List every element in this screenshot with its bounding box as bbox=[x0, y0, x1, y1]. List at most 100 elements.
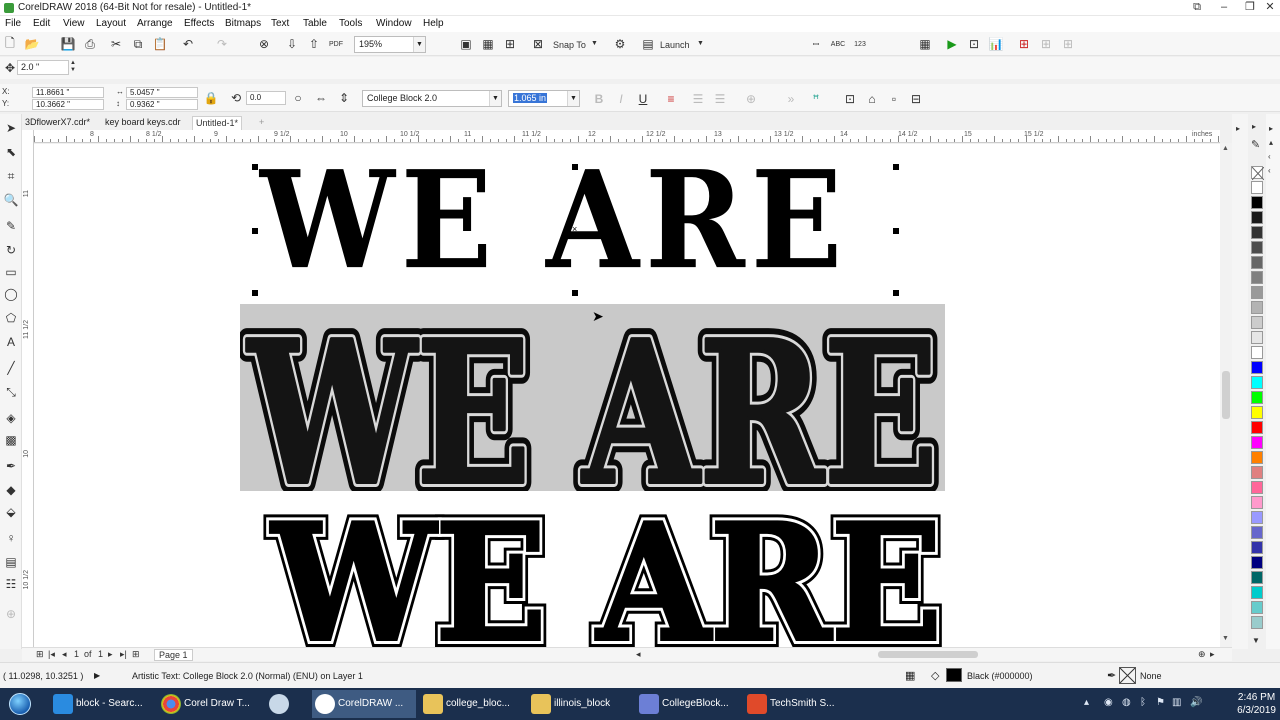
selection-handle[interactable] bbox=[252, 290, 258, 296]
parallel-dimension-icon[interactable]: ╱ bbox=[3, 360, 19, 376]
connector-tool-icon[interactable]: ⤡ bbox=[3, 384, 19, 400]
transparency-tool-icon[interactable]: ▩ bbox=[3, 432, 19, 448]
full-screen-icon[interactable]: ▣ bbox=[458, 36, 474, 52]
scroll-up-icon[interactable]: ▲ bbox=[1222, 145, 1229, 152]
color-swatch[interactable] bbox=[1251, 346, 1263, 359]
color-swatch[interactable] bbox=[1251, 226, 1263, 239]
publish-pdf-icon[interactable]: PDF bbox=[328, 36, 344, 52]
vertical-ruler[interactable]: 11 11 1/2 10 10 1/2 bbox=[22, 130, 34, 648]
text-effects-icon[interactable]: ⌂ bbox=[864, 91, 880, 107]
font-size-combo[interactable]: 1.065 in ▼ bbox=[508, 90, 580, 107]
menu-layout[interactable]: Layout bbox=[96, 18, 126, 29]
selection-handle[interactable] bbox=[893, 164, 899, 170]
outlined-artistic-text[interactable]: WE ARE WE ARE WE ARE bbox=[262, 481, 952, 647]
reference-bitmap[interactable]: WE ARE WE ARE WE ARE bbox=[240, 304, 945, 491]
chart-icon[interactable]: 📊 bbox=[988, 36, 1004, 52]
menu-edit[interactable]: Edit bbox=[33, 18, 50, 29]
color-swatch[interactable] bbox=[1251, 331, 1263, 344]
snap-icon[interactable]: ⊠ bbox=[530, 36, 546, 52]
new-tab-plus-icon[interactable]: + bbox=[256, 116, 267, 130]
taskbar-item-folder-college[interactable]: college_bloc... bbox=[420, 690, 524, 718]
nudge-spinner-icon[interactable]: ▲ ▼ bbox=[70, 60, 76, 74]
show-guidelines-icon[interactable]: ⊞ bbox=[502, 36, 518, 52]
numbers-123-icon[interactable]: 123 bbox=[852, 36, 868, 52]
scroll-thumb[interactable] bbox=[1222, 371, 1230, 419]
scroll-left-icon[interactable]: ◂ bbox=[636, 649, 641, 660]
tab-3dflower[interactable]: 3DflowerX7.cdr* bbox=[22, 116, 93, 130]
color-swatch[interactable] bbox=[1251, 361, 1263, 374]
underline-icon[interactable]: U bbox=[635, 91, 651, 107]
cut-icon[interactable]: ✂ bbox=[108, 36, 124, 52]
taskbar-item-coreldraw[interactable]: CorelDRAW ... bbox=[312, 690, 416, 718]
snap-to-dropdown[interactable]: Snap To bbox=[553, 40, 586, 50]
tray-expand-icon[interactable]: ▴ bbox=[1084, 697, 1089, 708]
save-icon[interactable]: 💾 bbox=[60, 36, 76, 52]
expand-dockers-icon[interactable]: ▸ bbox=[1236, 124, 1240, 133]
mirror-vertical-icon[interactable]: ⇕ bbox=[336, 90, 352, 106]
vertical-scrollbar[interactable]: ▲ ▼ bbox=[1220, 143, 1232, 647]
add-tool-icon[interactable]: ⊕ bbox=[3, 606, 19, 622]
font-list-combo[interactable]: College Block 2.0 ▼ bbox=[362, 90, 502, 107]
color-swatch[interactable] bbox=[1251, 526, 1263, 539]
options-gear-icon[interactable]: ⚙ bbox=[612, 36, 628, 52]
start-button[interactable] bbox=[4, 691, 36, 717]
y-position-input[interactable]: 10.3662 " bbox=[32, 99, 104, 110]
text-tool-icon[interactable]: A bbox=[3, 334, 19, 350]
color-swatch[interactable] bbox=[1251, 376, 1263, 389]
paste-icon[interactable]: 📋 bbox=[152, 36, 168, 52]
color-swatch[interactable] bbox=[1251, 466, 1263, 479]
chevron-right-icon[interactable]: » bbox=[783, 91, 799, 107]
color-swatch[interactable] bbox=[1251, 271, 1263, 284]
rotation-center-marker[interactable]: × bbox=[572, 224, 577, 234]
italic-icon[interactable]: I bbox=[613, 91, 629, 107]
menu-effects[interactable]: Effects bbox=[184, 18, 214, 29]
tab-untitled-1[interactable]: Untitled-1* bbox=[192, 116, 243, 130]
color-swatch[interactable] bbox=[1251, 571, 1263, 584]
effects-tool-icon[interactable]: ☷ bbox=[3, 576, 19, 592]
menu-text[interactable]: Text bbox=[271, 18, 289, 29]
redo-icon[interactable]: ↷ bbox=[214, 36, 230, 52]
zoom-tool-icon[interactable]: 🔍 bbox=[3, 192, 19, 208]
chevron-up-icon[interactable]: ▴ bbox=[1269, 138, 1273, 147]
color-swatch[interactable] bbox=[1251, 556, 1263, 569]
zoom-navigator-icon[interactable]: ⊕ bbox=[1198, 649, 1206, 660]
color-swatch[interactable] bbox=[1251, 616, 1263, 629]
import-icon[interactable]: ⇩ bbox=[284, 36, 300, 52]
export-icon[interactable]: ⇧ bbox=[306, 36, 322, 52]
scroll-right-icon[interactable]: ▸ bbox=[1210, 649, 1215, 660]
taskbar-item-techsmith[interactable]: TechSmith S... bbox=[744, 690, 850, 718]
run-macro-play-icon[interactable]: ▶ bbox=[944, 36, 960, 52]
search-content-icon[interactable]: ⊗ bbox=[256, 36, 272, 52]
outline-pen-icon[interactable]: ♀ bbox=[3, 530, 19, 546]
taskbar-item-folder-illinois[interactable]: illinois_block bbox=[528, 690, 632, 718]
rotation-input[interactable]: 0.0 bbox=[246, 91, 286, 105]
tray-app-icon[interactable]: ◍ bbox=[1122, 697, 1131, 708]
crop-tool-icon[interactable]: ⌗ bbox=[3, 168, 19, 184]
bold-icon[interactable]: B bbox=[591, 91, 607, 107]
open-icon[interactable]: 📂 bbox=[24, 36, 40, 52]
record-macro-icon[interactable]: ⊞ bbox=[1016, 36, 1032, 52]
no-outline-swatch[interactable] bbox=[1119, 667, 1136, 684]
color-swatch[interactable] bbox=[1251, 301, 1263, 314]
color-swatch[interactable] bbox=[1251, 481, 1263, 494]
palette-scroll-down-icon[interactable]: ▼ bbox=[1252, 636, 1260, 645]
taskbar-item-chrome[interactable]: Corel Draw T... bbox=[158, 690, 264, 718]
mirror-horizontal-icon[interactable]: ⇔ bbox=[313, 90, 329, 106]
rectangle-tool-icon[interactable]: ▭ bbox=[3, 264, 19, 280]
next-page-button[interactable]: ▸ bbox=[108, 649, 113, 660]
fill-color-swatch[interactable] bbox=[946, 668, 962, 682]
print-icon[interactable]: ⎙ bbox=[82, 36, 98, 52]
no-color-swatch[interactable] bbox=[1251, 166, 1265, 181]
color-proof-icon[interactable]: ▦ bbox=[905, 669, 915, 682]
color-swatch[interactable] bbox=[1251, 541, 1263, 554]
outline-pen-icon[interactable]: ✒ bbox=[1107, 669, 1116, 682]
add-icon[interactable]: ⊕ bbox=[743, 91, 759, 107]
x-position-input[interactable]: 11.8661 " bbox=[32, 87, 104, 98]
help-restore-icon[interactable]: ⧉ bbox=[1183, 0, 1211, 15]
color-swatch[interactable] bbox=[1251, 406, 1263, 419]
launch-dropdown[interactable]: Launch bbox=[660, 40, 690, 50]
color-swatch[interactable] bbox=[1251, 586, 1263, 599]
selection-handle[interactable] bbox=[252, 228, 258, 234]
text-properties-icon[interactable]: ꟸ bbox=[808, 91, 824, 107]
chevron-right-icon[interactable]: ▸ bbox=[1269, 124, 1273, 133]
